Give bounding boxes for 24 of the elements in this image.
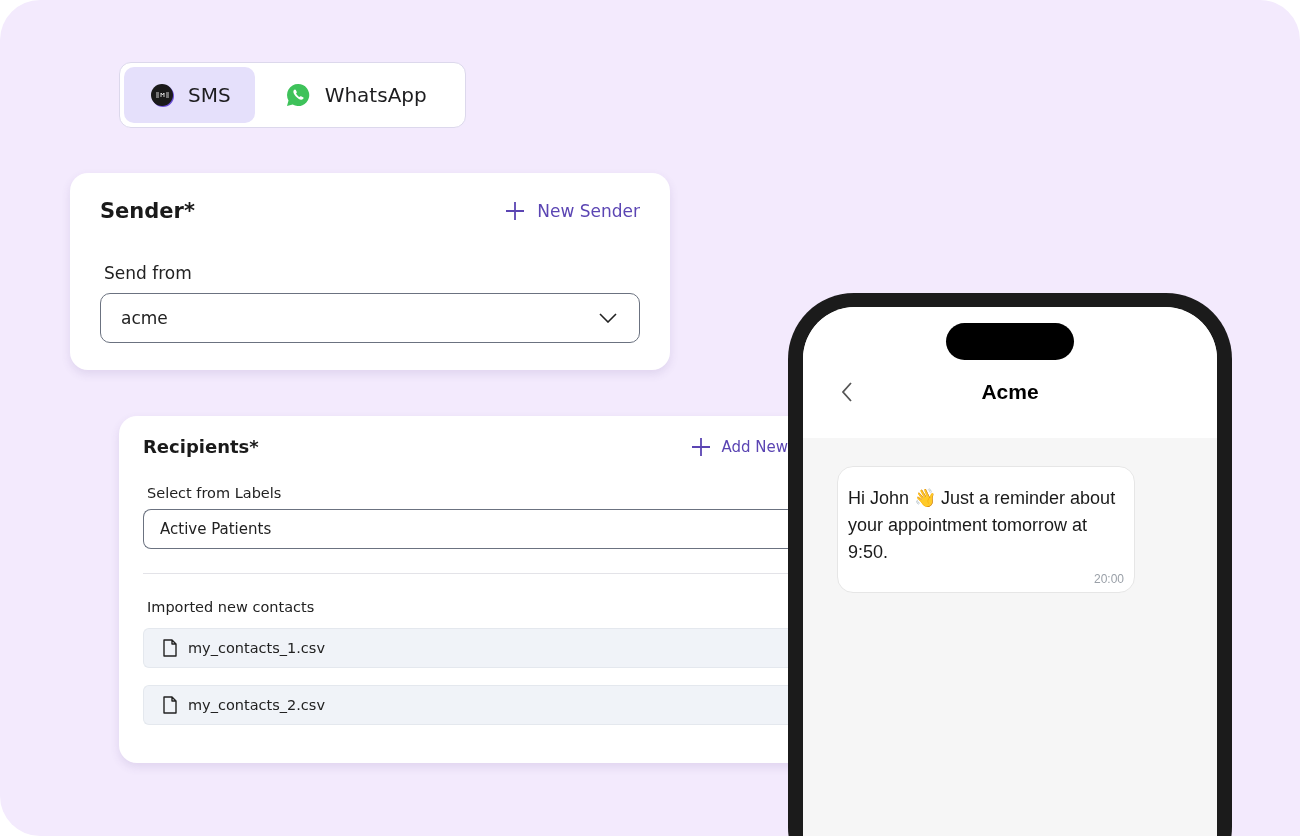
file-row: my_contacts_1.csv (143, 628, 788, 668)
message-text: Hi John 👋 Just a reminder about your appointment tomorrow at 9:50. (848, 487, 1117, 564)
message-time: 20:00 (1092, 572, 1124, 586)
file-row: my_contacts_2.csv (143, 685, 788, 725)
channel-tab[interactable]: WhatsApp (258, 67, 451, 123)
contact-name: Acme (981, 380, 1039, 404)
new-sender-link[interactable]: New Sender (505, 201, 640, 221)
document-icon (162, 696, 178, 714)
back-icon[interactable] (841, 382, 853, 402)
labels-field[interactable]: Active Patients (143, 509, 788, 549)
card-title: Recipients* (143, 436, 259, 457)
field-label: Select from Labels (147, 485, 283, 501)
add-new-link[interactable]: Add New (691, 436, 788, 457)
chat-bubble-icon (150, 82, 174, 108)
plus-icon (691, 436, 712, 457)
document-icon (162, 639, 178, 657)
channel-tab[interactable]: SMS (124, 67, 255, 123)
sender-select[interactable]: acme (100, 293, 640, 343)
field-label: Send from (104, 263, 193, 283)
section-label: Imported new contacts (147, 599, 316, 615)
chevron-down-icon (599, 313, 617, 323)
phone-bubble-icon (284, 82, 311, 108)
card-title: Sender* (100, 199, 195, 223)
plus-icon (505, 201, 526, 221)
